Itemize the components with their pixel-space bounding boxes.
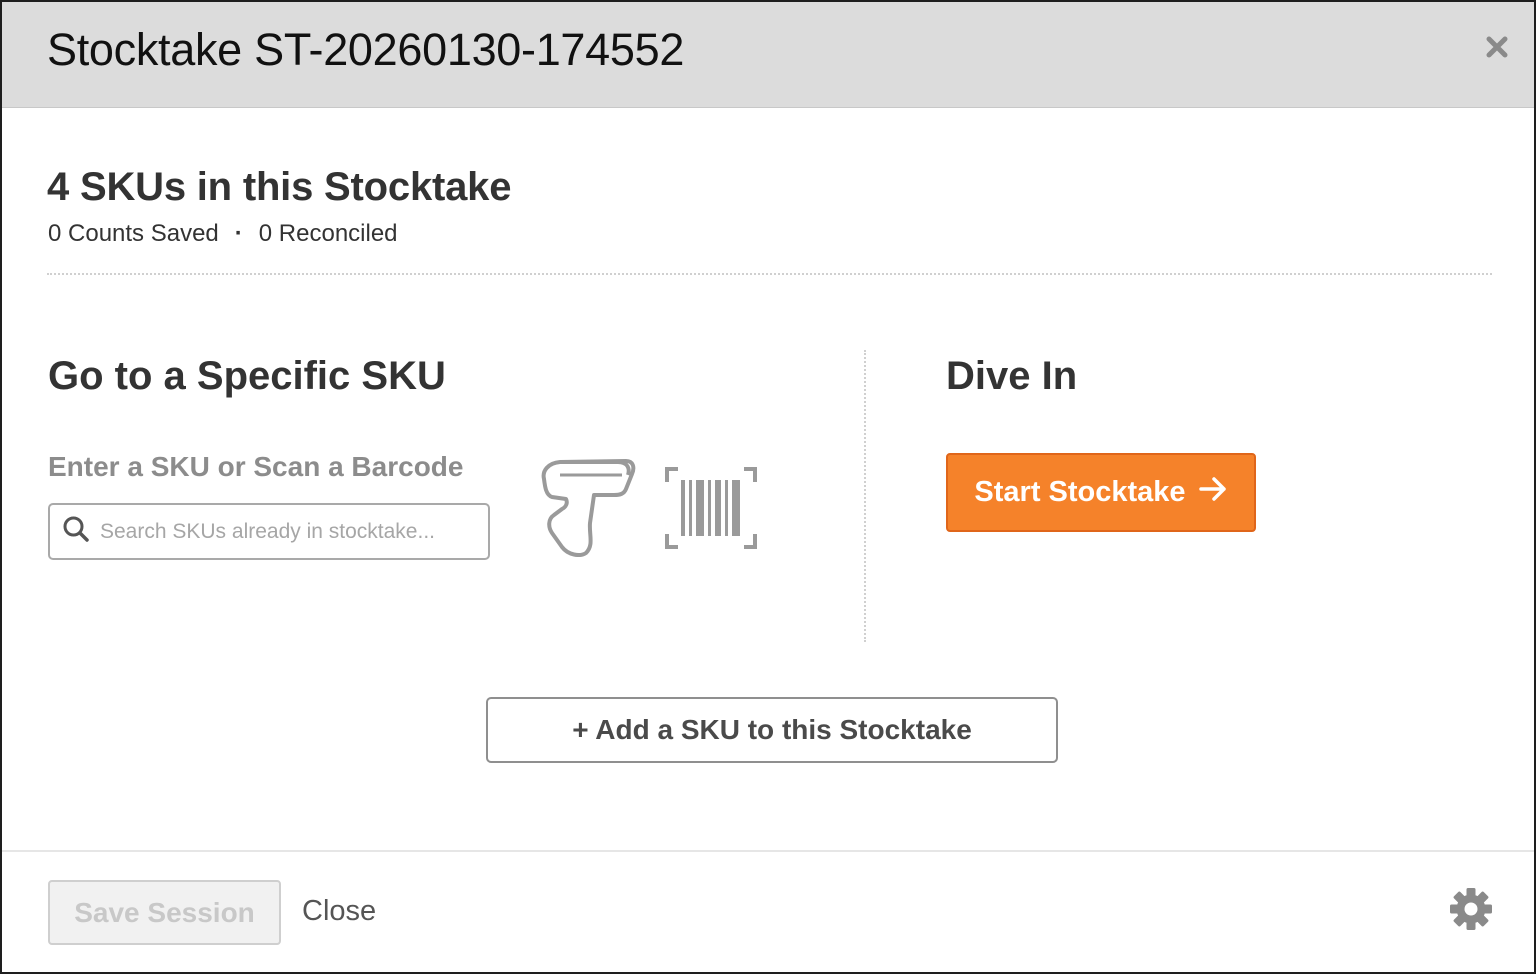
summary-stats: 0 Counts Saved · 0 Reconciled	[48, 220, 398, 248]
search-icon	[62, 515, 90, 548]
start-stocktake-label: Start Stocktake	[974, 476, 1186, 508]
sku-search-input[interactable]	[100, 519, 470, 544]
counts-saved: 0 Counts Saved	[48, 220, 219, 247]
summary-title: 4 SKUs in this Stocktake	[47, 165, 512, 209]
search-label: Enter a SKU or Scan a Barcode	[48, 451, 464, 482]
goto-sku-title: Go to a Specific SKU	[48, 354, 446, 398]
dive-in-title: Dive In	[946, 354, 1078, 398]
start-stocktake-button[interactable]: Start Stocktake	[946, 453, 1256, 532]
close-x-icon[interactable]	[1482, 32, 1512, 62]
summary-divider	[47, 273, 1492, 275]
gear-icon[interactable]	[1448, 886, 1494, 932]
arrow-right-icon	[1198, 476, 1228, 510]
column-divider	[864, 350, 866, 642]
sku-search-box[interactable]	[48, 503, 490, 560]
stocktake-modal: Stocktake ST-20260130-174552 4 SKUs in t…	[0, 0, 1536, 974]
modal-title: Stocktake ST-20260130-174552	[47, 24, 685, 75]
barcode-scanner-icon	[538, 457, 638, 562]
reconciled-count: 0 Reconciled	[258, 220, 398, 247]
footer-divider	[2, 850, 1534, 852]
barcode-icon	[664, 466, 758, 555]
save-session-button[interactable]: Save Session	[48, 880, 281, 945]
stats-separator: ·	[234, 220, 243, 247]
add-sku-button[interactable]: + Add a SKU to this Stocktake	[486, 697, 1058, 763]
modal-header: Stocktake ST-20260130-174552	[2, 2, 1534, 108]
close-link[interactable]: Close	[302, 895, 376, 928]
